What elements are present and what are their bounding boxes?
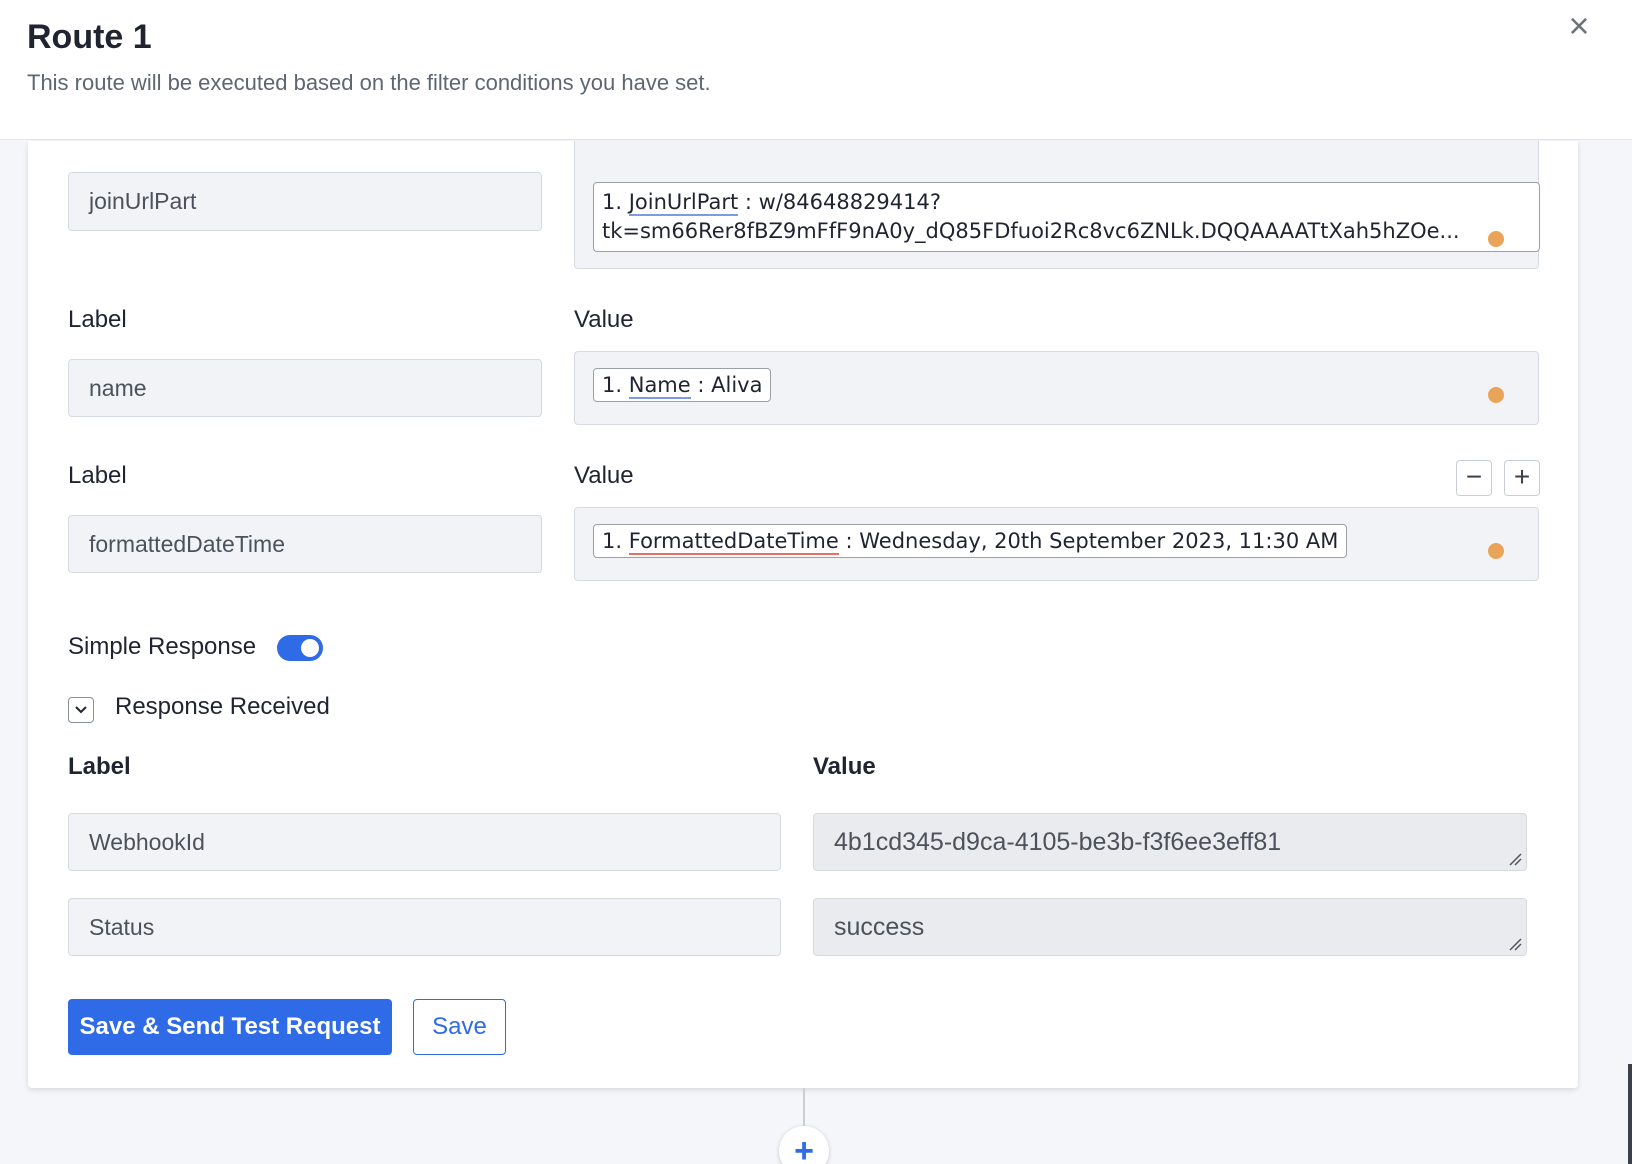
response-value-text: 4b1cd345-d9ca-4105-be3b-f3f6ee3eff81: [834, 827, 1282, 856]
pill-key: FormattedDateTime: [628, 529, 839, 555]
response-label-text: WebhookId: [89, 828, 205, 855]
label-input[interactable]: joinUrlPart: [68, 172, 542, 231]
chevron-down-icon: [75, 706, 87, 714]
remove-row-button[interactable]: −: [1456, 460, 1492, 496]
response-label-input[interactable]: Status: [68, 898, 781, 956]
label-input-text: joinUrlPart: [89, 188, 197, 214]
response-value-textarea[interactable]: 4b1cd345-d9ca-4105-be3b-f3f6ee3eff81: [813, 813, 1527, 871]
pill-separator: :: [838, 529, 860, 553]
simple-response-toggle[interactable]: [277, 635, 323, 661]
modal-header: Route 1 This route will be executed base…: [0, 0, 1632, 140]
pill-index: 1.: [602, 373, 623, 397]
toggle-knob: [301, 639, 319, 657]
pill-key: JoinUrlPart: [628, 190, 739, 216]
pill-separator: :: [690, 373, 712, 397]
add-step-button[interactable]: +: [779, 1126, 829, 1164]
value-pill[interactable]: 1. FormattedDateTime : Wednesday, 20th S…: [593, 524, 1348, 558]
response-value-text: success: [834, 912, 925, 941]
label-heading: Label: [68, 306, 127, 333]
save-button[interactable]: Save: [413, 999, 506, 1055]
label-input[interactable]: name: [68, 359, 542, 417]
scrollbar[interactable]: [1628, 1064, 1632, 1164]
label-heading: Label: [68, 462, 127, 489]
value-heading: Value: [574, 306, 634, 333]
pill-value: w/84648829414?: [758, 190, 942, 214]
pill-value: Aliva: [711, 373, 763, 397]
pill-key: Name: [628, 373, 691, 399]
close-icon[interactable]: ×: [1564, 8, 1594, 44]
pill-index: 1.: [602, 529, 623, 553]
pill-separator: :: [738, 190, 759, 214]
response-label-heading: Label: [68, 753, 131, 780]
response-received-title: Response Received: [115, 693, 330, 720]
flow-connector: [803, 1088, 805, 1128]
page-subtitle: This route will be executed based on the…: [27, 70, 711, 95]
add-row-button[interactable]: +: [1504, 460, 1540, 496]
pill-value: Wednesday, 20th September 2023, 11:30 AM: [859, 529, 1339, 553]
pill-value-continued: tk=sm66Rer8fBZ9mFfF9nA0y_dQ85FDfuoi2Rc8v…: [602, 219, 1460, 243]
resize-handle-icon[interactable]: [1508, 937, 1522, 951]
simple-response-label: Simple Response: [68, 633, 257, 660]
value-pill[interactable]: 1. JoinUrlPart : w/84648829414? tk=sm66R…: [593, 182, 1540, 252]
collapse-button[interactable]: [68, 697, 94, 723]
response-value-textarea[interactable]: success: [813, 898, 1527, 956]
label-input-text: name: [89, 374, 147, 401]
status-dot-icon: [1488, 387, 1504, 403]
response-value-heading: Value: [813, 753, 876, 780]
label-input[interactable]: formattedDateTime: [68, 515, 542, 573]
value-heading: Value: [574, 462, 634, 489]
response-label-input[interactable]: WebhookId: [68, 813, 781, 871]
save-and-send-test-request-button[interactable]: Save & Send Test Request: [68, 999, 392, 1055]
response-label-text: Status: [89, 913, 155, 940]
status-dot-icon: [1488, 231, 1504, 247]
resize-handle-icon[interactable]: [1508, 852, 1522, 866]
value-pill[interactable]: 1. Name : Aliva: [593, 368, 772, 402]
pill-index: 1.: [602, 190, 623, 214]
page-title: Route 1: [27, 18, 152, 56]
label-input-text: formattedDateTime: [89, 530, 285, 557]
status-dot-icon: [1488, 543, 1504, 559]
